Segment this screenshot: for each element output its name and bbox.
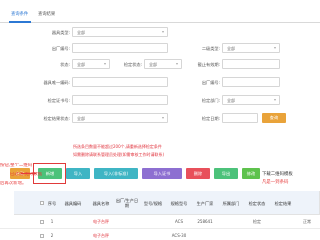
- edit-button[interactable]: 修改: [242, 168, 260, 179]
- result-status-select[interactable]: 全部 ▾: [72, 113, 168, 123]
- annotation-left-1: 按钮,整个二维码: [0, 163, 32, 168]
- annotation-right-2: 凡是一到条码: [262, 180, 289, 185]
- col-header: 器具编码: [64, 200, 82, 206]
- chevron-down-icon: ▾: [273, 45, 276, 50]
- instrument-name-link[interactable]: 电子台秤: [88, 233, 114, 238]
- row-checkbox[interactable]: [40, 220, 44, 224]
- instrument-type-label: 器具类型:: [51, 30, 70, 35]
- select-all-checkbox[interactable]: [40, 201, 44, 205]
- row-checkbox[interactable]: [40, 234, 44, 238]
- chevron-down-icon: ▾: [273, 97, 276, 102]
- secondary-type-select[interactable]: 全部 ▾: [222, 43, 280, 53]
- chevron-down-icon: ▾: [175, 61, 178, 66]
- form-row-5: 检定证书号: 检定部门: 全部 ▾: [0, 94, 320, 106]
- status-label: 状态:: [60, 62, 70, 67]
- col-header: 规格型号: [170, 200, 188, 206]
- calibration-status-label: 检定状态:: [123, 62, 142, 67]
- tab-query-conditions[interactable]: 查询条件: [11, 12, 28, 17]
- calibration-date-input[interactable]: [222, 113, 258, 123]
- active-tab-underline: [9, 21, 31, 23]
- calibration-date-label: 检定日期:: [201, 116, 220, 121]
- page: { "tabs": ["查询条件", "查询结果"], "form": { "r…: [0, 0, 320, 240]
- certificate-number-label: 检定证书号:: [47, 98, 70, 103]
- table-row[interactable]: 2 电子台秤 ACS-30: [0, 229, 320, 240]
- col-header: 生产厂家: [196, 200, 214, 206]
- col-header: 型号/规格: [143, 200, 163, 206]
- factory-number-input[interactable]: [72, 43, 168, 53]
- instrument-type-select[interactable]: 全部 ▾: [72, 27, 168, 37]
- result-status-label: 检定结果状态:: [43, 116, 70, 121]
- tab-query-results[interactable]: 查询结果: [38, 12, 55, 17]
- form-row-2: 出厂编号: 二级类型: 全部 ▾: [0, 42, 320, 54]
- calibration-status-select[interactable]: 全部 ▾: [144, 59, 182, 69]
- unique-code-input[interactable]: [72, 77, 168, 87]
- form-row-4: 器具唯一编码: 出厂编号:: [0, 76, 320, 88]
- import-button[interactable]: 导入: [66, 168, 90, 179]
- download-template-link[interactable]: 下载二维码模板: [262, 172, 293, 177]
- col-header: 检定状态: [248, 200, 266, 206]
- annotation-left-2: 已过期,无效数据: [10, 172, 42, 177]
- factory-number-2-label: 出厂编号:: [201, 80, 220, 85]
- import-certificate-button[interactable]: 导入证书: [142, 168, 182, 179]
- import-nonstandard-button[interactable]: 导入(非标准): [94, 168, 138, 179]
- col-header: 器具名称: [92, 200, 110, 206]
- certificate-number-input[interactable]: [72, 95, 168, 105]
- chevron-down-icon: ▾: [161, 29, 164, 34]
- unique-code-label: 器具唯一编码:: [43, 80, 70, 85]
- search-button[interactable]: 查询: [262, 113, 286, 123]
- secondary-type-label: 二级类型:: [201, 46, 220, 51]
- table-row[interactable]: 1 电子台秤 ACS 258641 检定 正常: [0, 215, 320, 229]
- expiry-date-input[interactable]: [222, 59, 280, 69]
- results-table: 序号 器具编码 器具名称 出厂/生产日期 型号/规格 规格型号 生产厂家 所属部…: [0, 191, 320, 240]
- notice-line-1: 所选条目数量不能超过200个,请重新选择检定条件: [73, 144, 162, 149]
- factory-number-2-input[interactable]: [222, 77, 280, 87]
- calibration-dept-label: 检定部门:: [201, 98, 220, 103]
- factory-number-label: 出厂编号:: [51, 46, 70, 51]
- filter-form: 器具类型: 全部 ▾ 出厂编号: 二级类型: 全部 ▾ 状态: 全部 ▾ 检定状态: …: [0, 24, 320, 132]
- notice-line-2: 如需删除请联系管理员处理(如需审核工作时请联系): [73, 152, 165, 157]
- instrument-name-link[interactable]: 电子台秤: [88, 219, 114, 224]
- tab-bar: 查询条件 查询结果: [0, 9, 320, 23]
- chevron-down-icon: ▾: [103, 61, 106, 66]
- export-button[interactable]: 导出: [214, 168, 238, 179]
- col-header: 出厂/生产日期: [115, 198, 139, 208]
- form-row-6: 检定结果状态: 全部 ▾ 检定日期: 查询: [0, 112, 320, 124]
- col-header: 序号: [47, 200, 57, 206]
- expiry-date-label: 截止有效期:: [197, 62, 220, 67]
- col-header: 所属部门: [222, 200, 240, 206]
- form-row-1: 器具类型: 全部 ▾: [0, 26, 320, 38]
- chevron-down-icon: ▾: [161, 115, 164, 120]
- col-header: 检定结果: [274, 200, 292, 206]
- annotation-left-3: 后再次新增。: [0, 181, 27, 186]
- delete-button[interactable]: 删除: [186, 168, 210, 179]
- form-row-3: 状态: 全部 ▾ 检定状态: 全部 ▾ 截止有效期:: [0, 58, 320, 70]
- status-select[interactable]: 全部 ▾: [72, 59, 110, 69]
- calibration-dept-select[interactable]: 全部 ▾: [222, 95, 280, 105]
